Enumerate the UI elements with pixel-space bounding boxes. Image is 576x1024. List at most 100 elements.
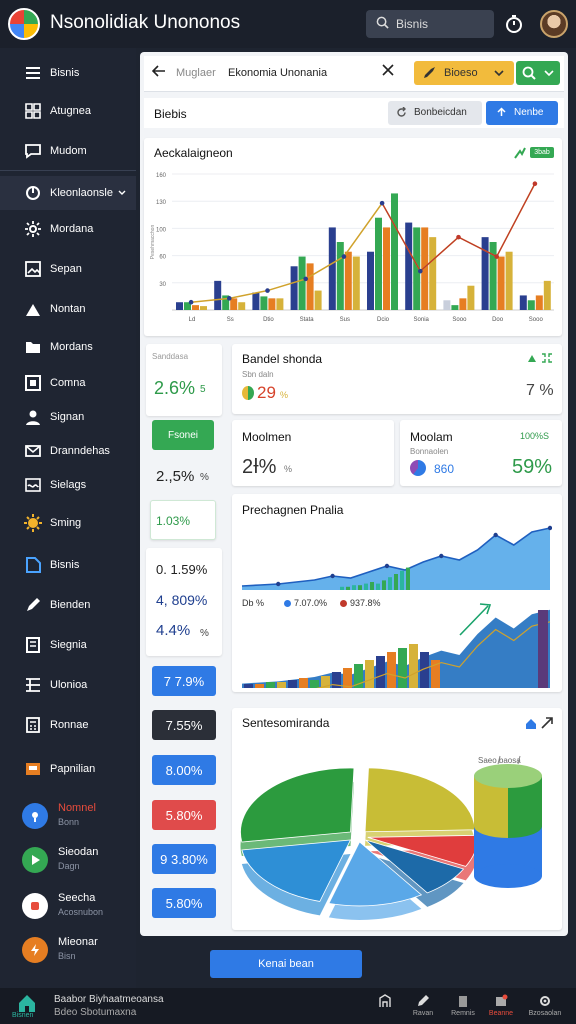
pie-chart xyxy=(240,755,542,920)
sidebar-item[interactable]: Kleonlaonsle xyxy=(0,176,136,210)
area-bar xyxy=(382,580,386,590)
sidebar-item[interactable]: Sielags xyxy=(0,468,136,502)
area-bar xyxy=(376,656,385,688)
sidebar-item[interactable]: Papnilian xyxy=(0,752,136,786)
trend-point xyxy=(265,288,270,293)
area-point xyxy=(330,573,335,579)
y-tick-label: 100 xyxy=(156,227,167,233)
bottom-action-button[interactable]: Kenai bean xyxy=(210,950,362,978)
chart-tools-icon[interactable] xyxy=(524,716,554,730)
chart-icon xyxy=(26,186,40,200)
sidebar-app-item[interactable]: Sieodan Dagn xyxy=(0,842,136,878)
upload-icon xyxy=(497,107,506,116)
edit-icon[interactable] xyxy=(416,994,430,1008)
sidebar-item[interactable]: Mordans xyxy=(0,330,136,364)
y-tick-label: 130 xyxy=(156,200,167,206)
metric-pill[interactable]: 7 7.9% xyxy=(152,666,216,696)
area-bar xyxy=(310,680,319,688)
area-bar xyxy=(244,684,253,688)
sidebar-item-label: Mordans xyxy=(50,341,93,353)
trend-point xyxy=(188,299,194,305)
green-action-button[interactable]: Fsonei xyxy=(152,420,214,450)
bottom-nav-label: Bzosaolan xyxy=(528,1010,562,1017)
sidebar-item-label: Sepan xyxy=(50,263,82,275)
sidebar-item[interactable]: Ronnae xyxy=(0,708,136,742)
sidebar-item-label: Ronnae xyxy=(50,719,89,731)
sidebar-item[interactable]: Mudom xyxy=(0,134,136,168)
alert-icon[interactable] xyxy=(494,994,508,1008)
sidebar-item[interactable]: Comna xyxy=(0,366,136,400)
search-icon xyxy=(522,66,536,80)
footer-text: Bdeo Sbotumaxna xyxy=(54,1007,137,1018)
x-tick-label: Doo xyxy=(492,317,504,323)
record-icon xyxy=(31,902,39,910)
sidebar-item[interactable]: Bienden xyxy=(0,588,136,622)
chart-title: Sentesomiranda xyxy=(242,716,330,730)
area-bar xyxy=(394,574,398,590)
legend-label: 937.8% xyxy=(350,598,381,608)
area-bar xyxy=(400,570,404,590)
sidebar-item[interactable]: Nontan xyxy=(0,292,136,326)
app-logo[interactable] xyxy=(8,8,40,40)
area-bar xyxy=(365,660,374,688)
sidebar-item[interactable]: Dranndehas xyxy=(0,434,136,468)
sidebar-item[interactable]: Ulonioa xyxy=(0,668,136,702)
sidebar-item[interactable]: Bisnis xyxy=(0,548,136,582)
kpi-right-value: 7 % xyxy=(526,382,554,399)
area-bar xyxy=(376,583,380,590)
search-icon xyxy=(376,16,389,29)
sidebar-item[interactable]: Siegnia xyxy=(0,628,136,662)
breadcrumb-parent[interactable]: Muglaer xyxy=(176,67,216,79)
building-icon[interactable] xyxy=(378,994,392,1008)
cylinder-top xyxy=(474,764,542,788)
folder-icon xyxy=(26,342,40,353)
bar xyxy=(328,227,336,310)
metric-suffix: % xyxy=(200,628,209,639)
bar xyxy=(200,306,207,310)
metric-pill[interactable]: 5.80% xyxy=(152,888,216,918)
sidebar-item[interactable]: Bisnis xyxy=(0,56,136,90)
home-icon[interactable] xyxy=(16,992,38,1014)
chevron-down-icon xyxy=(494,70,504,77)
metric-pill[interactable]: 9 3.80% xyxy=(152,844,216,874)
file-icon[interactable] xyxy=(456,994,470,1008)
sidebar-item-label: Papnilian xyxy=(50,763,96,775)
metric-pill[interactable]: 7.55% xyxy=(152,710,216,740)
user-icon xyxy=(26,304,40,316)
page-icon xyxy=(26,637,40,653)
metric-value: 4, 809% xyxy=(156,592,208,608)
sidebar-item-label: Sming xyxy=(50,517,82,529)
settings-icon[interactable] xyxy=(538,994,552,1008)
sidebar-item-label: Sielags xyxy=(50,479,87,491)
metric-pill[interactable]: 8.00% xyxy=(152,755,216,785)
close-icon[interactable] xyxy=(382,64,394,76)
timer-icon[interactable] xyxy=(504,14,524,34)
sidebar-item[interactable]: Sming xyxy=(0,506,136,540)
sidebar-app-item[interactable]: Mieonar Bisn xyxy=(0,932,136,968)
refresh-icon xyxy=(397,107,406,117)
bar xyxy=(443,300,451,310)
trend-point xyxy=(303,276,308,282)
metric-pill[interactable]: 5.80% xyxy=(152,800,216,830)
sidebar-item[interactable]: Sepan xyxy=(0,252,136,286)
x-tick-label: Dtio xyxy=(263,317,274,323)
bar xyxy=(527,300,535,310)
sidebar-item[interactable]: Signan xyxy=(0,400,136,434)
metric-value: 4.4% xyxy=(156,622,191,639)
back-arrow-icon[interactable] xyxy=(152,64,166,78)
area-bar xyxy=(346,586,350,590)
sidebar-item[interactable]: Atugnea xyxy=(0,94,136,128)
kpi-value: 29 xyxy=(257,383,276,402)
sidebar-app-item[interactable]: Seecha Acosnubon xyxy=(0,888,136,924)
area-bar xyxy=(277,682,286,688)
bar xyxy=(260,296,268,310)
user-avatar[interactable] xyxy=(540,10,568,38)
area-point xyxy=(276,581,281,587)
sidebar-item[interactable]: Mordana xyxy=(0,212,136,246)
sidebar-item-label: Dranndehas xyxy=(50,445,110,457)
bar xyxy=(497,256,505,310)
legend-dot xyxy=(284,600,291,607)
expand-icon[interactable] xyxy=(526,352,554,364)
sidebar-app-item[interactable]: Nomnel Bonn xyxy=(0,798,136,834)
metric-value: 0. 1.59% xyxy=(156,562,208,577)
